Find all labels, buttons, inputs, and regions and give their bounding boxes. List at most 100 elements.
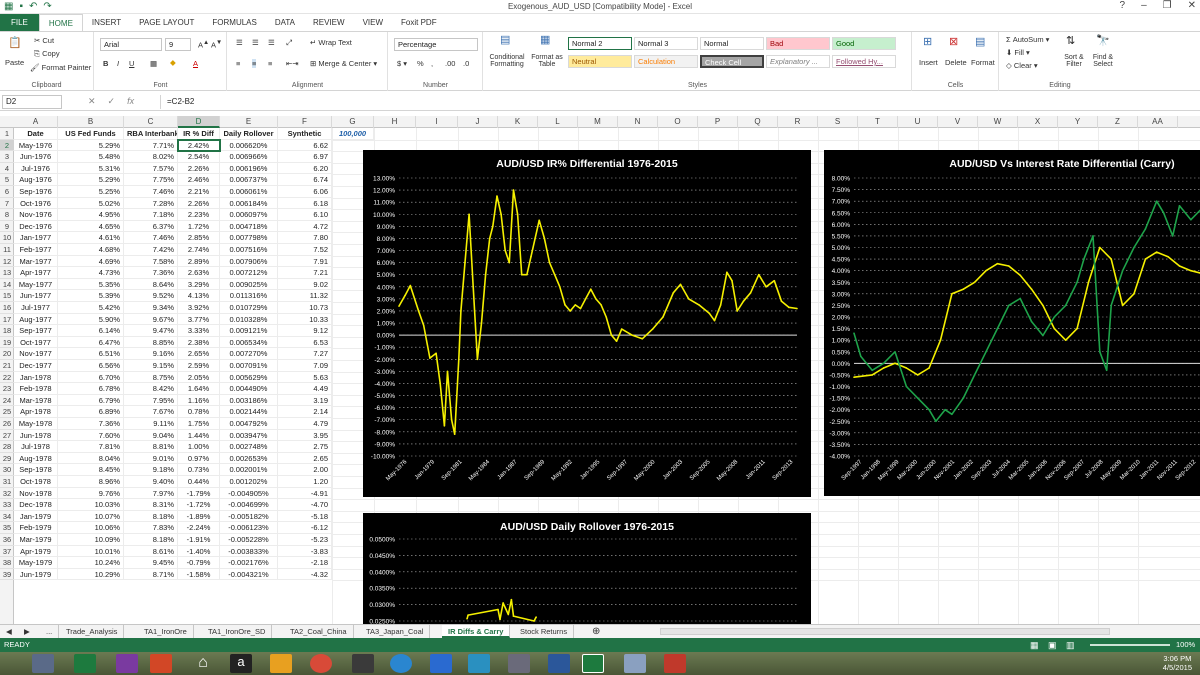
column-header-m[interactable]: M [578,116,618,128]
row-header[interactable]: 3 [0,151,14,163]
table-cell[interactable]: 9.40% [124,476,178,488]
column-header-y[interactable]: Y [1058,116,1098,128]
table-cell[interactable]: 0.44% [178,476,220,488]
table-cell[interactable]: Jul-1976 [14,162,58,175]
table-cell[interactable]: 2.65 [278,452,332,465]
table-cell[interactable]: 0.004718% [220,220,278,233]
table-cell[interactable]: 7.57% [124,162,178,175]
table-cell[interactable]: 4.95% [58,209,124,221]
table-cell[interactable]: 5.48% [58,151,124,163]
conditional-formatting-icon[interactable]: ▤ [500,35,510,46]
find-select-icon[interactable]: 🔭 [1096,36,1110,47]
table-cell[interactable]: 5.90% [58,313,124,326]
row-header[interactable]: 7 [0,198,14,210]
table-cell[interactable]: 7.91 [278,255,332,268]
table-cell[interactable]: 0.002001% [220,464,278,476]
table-cell[interactable]: 5.31% [58,162,124,175]
paste-icon[interactable]: 📋 [8,38,22,49]
table-cell[interactable]: 10.29% [58,568,124,581]
table-cell[interactable]: 9.11% [124,418,178,430]
row-header[interactable]: 20 [0,348,14,360]
table-cell[interactable]: 8.04% [58,452,124,465]
table-cell[interactable]: 5.02% [58,197,124,210]
row-header[interactable]: 28 [0,441,14,453]
table-cell[interactable]: May-1979 [14,557,58,569]
column-header-b[interactable]: B [58,116,124,128]
table-cell[interactable]: -1.40% [178,545,220,558]
shrink-font-button[interactable]: A▼ [211,39,222,50]
prev-sheet-icon[interactable]: ◀ [0,625,18,638]
tab-home[interactable]: HOME [38,14,83,31]
media-icon[interactable] [352,654,374,673]
formula-input[interactable]: =C2-B2 [160,95,1198,109]
row-header[interactable]: 36 [0,534,14,546]
table-cell[interactable]: 7.46% [124,186,178,198]
table-cell[interactable]: -4.91 [278,487,332,500]
fill-button[interactable]: ⬇ Fill ▾ [1006,48,1030,57]
align-center-icon[interactable]: ≡ [252,59,257,68]
table-cell[interactable]: Mar-1978 [14,394,58,407]
row-header[interactable]: 27 [0,430,14,442]
column-header-d[interactable]: D [178,116,220,128]
table-cell[interactable]: 8.02% [124,151,178,163]
chrome-icon[interactable] [310,654,332,673]
minimize-icon[interactable]: – [1141,0,1147,11]
table-cell[interactable]: 8.85% [124,336,178,349]
app2-icon[interactable] [468,654,490,673]
table-cell[interactable]: 6.06 [278,186,332,198]
table-cell[interactable]: 10.33 [278,313,332,326]
table-cell[interactable]: Jul-1978 [14,441,58,453]
sort-filter-icon[interactable]: ⇅ [1066,36,1075,47]
table-cell[interactable]: Jun-1978 [14,429,58,442]
tab-data[interactable]: DATA [266,14,304,31]
next-sheet-icon[interactable]: ▶ [18,625,36,638]
row-header[interactable]: 35 [0,522,14,534]
row-header[interactable]: 9 [0,221,14,233]
row-header[interactable]: 22 [0,372,14,384]
sort-filter-button[interactable]: Sort & Filter [1060,54,1088,68]
table-cell[interactable]: 9.47% [124,325,178,337]
table-cell[interactable]: 0.007798% [220,232,278,244]
table-cell[interactable]: 6.47% [58,336,124,349]
cell-style-item[interactable]: Neutral [568,55,632,68]
cell-style-item[interactable]: Explanatory ... [766,55,830,68]
table-cell[interactable]: 2.26% [178,162,220,175]
table-cell[interactable]: Feb-1979 [14,522,58,534]
table-cell[interactable]: 0.006061% [220,186,278,198]
table-cell[interactable]: 2.54% [178,151,220,163]
table-cell[interactable]: 6.56% [58,360,124,372]
table-cell[interactable]: 3.92% [178,302,220,314]
ie-icon[interactable] [430,654,452,673]
column-header-t[interactable]: T [858,116,898,128]
table-cell[interactable]: 0.006097% [220,209,278,221]
autosum-button[interactable]: Σ AutoSum ▾ [1006,35,1049,44]
table-cell[interactable]: 7.75% [124,174,178,186]
copy-button[interactable]: ⎘ Copy [34,49,60,59]
table-cell[interactable]: Aug-1977 [14,313,58,326]
comma-icon[interactable]: , [431,59,433,68]
row-header[interactable]: 21 [0,360,14,372]
table-cell[interactable]: 4.72 [278,220,332,233]
table-cell[interactable]: 1.75% [178,418,220,430]
table-cell[interactable]: May-1977 [14,278,58,291]
row-header[interactable]: 29 [0,453,14,465]
tab-insert[interactable]: INSERT [83,14,130,31]
table-cell[interactable]: 7.36% [124,267,178,279]
table-cell[interactable]: 0.007091% [220,360,278,372]
table-cell[interactable]: 3.95 [278,429,332,442]
table-cell[interactable]: 6.51% [58,348,124,360]
table-cell[interactable]: 2.46% [178,174,220,186]
table-cell[interactable]: 8.81% [124,441,178,453]
table-cell[interactable]: 10.24% [58,557,124,569]
table-cell[interactable]: -5.18 [278,510,332,523]
column-header-u[interactable]: U [898,116,938,128]
table-cell[interactable]: 8.45% [58,464,124,476]
table-cell[interactable]: 1.44% [178,429,220,442]
table-cell[interactable]: 7.83% [124,522,178,534]
table-cell[interactable]: 7.97% [124,487,178,500]
row-header[interactable]: 4 [0,163,14,175]
table-cell[interactable]: 2.65% [178,348,220,360]
find-select-button[interactable]: Find & Select [1088,54,1118,68]
skype-icon[interactable] [390,654,412,673]
table-cell[interactable]: Jan-1978 [14,371,58,384]
